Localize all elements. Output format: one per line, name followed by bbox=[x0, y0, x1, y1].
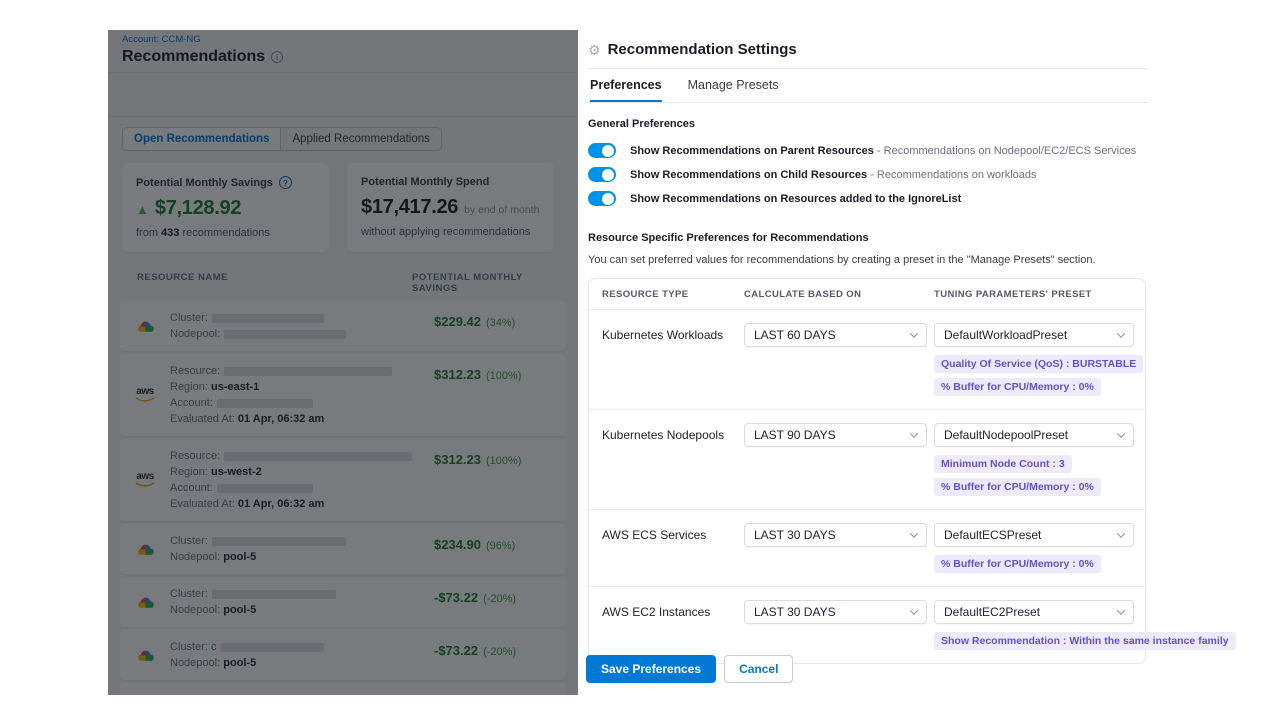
recommendations-page: Account: CCM-NG Recommendations i Open R… bbox=[108, 30, 578, 695]
toggle-label: Show Recommendations on Parent Resources… bbox=[630, 145, 1136, 157]
app-window: Account: CCM-NG Recommendations i Open R… bbox=[108, 30, 1158, 695]
chevron-down-icon bbox=[910, 429, 918, 437]
column-header-calculate-based-on: CALCULATE BASED ON bbox=[744, 289, 934, 300]
resource-type-label: Kubernetes Nodepools bbox=[602, 423, 744, 442]
chevron-down-icon bbox=[910, 606, 918, 614]
general-preferences-toggles: Show Recommendations on Parent Resources… bbox=[588, 143, 1148, 206]
chevron-down-icon bbox=[1117, 329, 1125, 337]
settings-tab-bar: Preferences Manage Presets bbox=[586, 69, 1148, 103]
resource-prefs-description: You can set preferred values for recomme… bbox=[588, 254, 1148, 266]
preference-toggle-row: Show Recommendations on Child Resources … bbox=[588, 167, 1148, 182]
resource-prefs-table: RESOURCE TYPE CALCULATE BASED ON TUNING … bbox=[588, 278, 1146, 664]
save-preferences-button[interactable]: Save Preferences bbox=[586, 655, 716, 683]
chevron-down-icon bbox=[910, 329, 918, 337]
preset-parameter-chip: Quality Of Service (QoS) : BURSTABLE bbox=[934, 355, 1143, 373]
preset-parameter-chip: % Buffer for CPU/Memory : 0% bbox=[934, 378, 1101, 396]
modal-dim-overlay[interactable] bbox=[108, 30, 578, 695]
preset-parameter-chip: Minimum Node Count : 3 bbox=[934, 455, 1072, 473]
resource-prefs-heading: Resource Specific Preferences for Recomm… bbox=[588, 232, 1148, 244]
tuning-preset-select[interactable]: DefaultWorkloadPreset bbox=[934, 323, 1134, 347]
tab-preferences[interactable]: Preferences bbox=[590, 78, 662, 102]
recommendation-settings-drawer: ⚙ Recommendation Settings Preferences Ma… bbox=[578, 30, 1158, 695]
gear-icon: ⚙ bbox=[588, 43, 601, 57]
toggle-switch[interactable] bbox=[588, 143, 616, 158]
tuning-preset-select[interactable]: DefaultNodepoolPreset bbox=[934, 423, 1134, 447]
resource-pref-row: Kubernetes WorkloadsLAST 60 DAYS DefaultW… bbox=[589, 310, 1145, 409]
cancel-button[interactable]: Cancel bbox=[724, 655, 793, 683]
calculate-based-on-select[interactable]: LAST 30 DAYS bbox=[744, 600, 927, 624]
general-preferences-heading: General Preferences bbox=[588, 118, 1148, 130]
column-header-tuning-preset: TUNING PARAMETERS' PRESET bbox=[934, 289, 1133, 300]
chevron-down-icon bbox=[910, 529, 918, 537]
calculate-based-on-select[interactable]: LAST 30 DAYS bbox=[744, 523, 927, 547]
resource-pref-row: Kubernetes NodepoolsLAST 90 DAYS DefaultN… bbox=[589, 409, 1145, 509]
toggle-switch[interactable] bbox=[588, 191, 616, 206]
preset-parameter-chip: % Buffer for CPU/Memory : 0% bbox=[934, 478, 1101, 496]
toggle-label: Show Recommendations on Resources added … bbox=[630, 193, 961, 205]
resource-prefs-rows: Kubernetes WorkloadsLAST 60 DAYS DefaultW… bbox=[589, 310, 1145, 663]
preference-toggle-row: Show Recommendations on Resources added … bbox=[588, 191, 1148, 206]
column-header-resource-type: RESOURCE TYPE bbox=[602, 289, 744, 300]
tuning-preset-select[interactable]: DefaultECSPreset bbox=[934, 523, 1134, 547]
resource-pref-row: AWS EC2 InstancesLAST 30 DAYS DefaultEC2P… bbox=[589, 586, 1145, 663]
chevron-down-icon bbox=[1117, 429, 1125, 437]
preset-parameter-chip: Show Recommendation : Within the same in… bbox=[934, 632, 1236, 650]
resource-type-label: AWS EC2 Instances bbox=[602, 600, 744, 619]
tuning-preset-select[interactable]: DefaultEC2Preset bbox=[934, 600, 1134, 624]
resource-type-label: AWS ECS Services bbox=[602, 523, 744, 542]
tab-manage-presets[interactable]: Manage Presets bbox=[688, 78, 779, 102]
resource-type-label: Kubernetes Workloads bbox=[602, 323, 744, 342]
drawer-title: Recommendation Settings bbox=[608, 41, 797, 58]
toggle-label: Show Recommendations on Child Resources … bbox=[630, 169, 1037, 181]
calculate-based-on-select[interactable]: LAST 60 DAYS bbox=[744, 323, 927, 347]
resource-pref-row: AWS ECS ServicesLAST 30 DAYS DefaultECSPr… bbox=[589, 509, 1145, 586]
calculate-based-on-select[interactable]: LAST 90 DAYS bbox=[744, 423, 927, 447]
chevron-down-icon bbox=[1117, 606, 1125, 614]
preset-parameter-chip: % Buffer for CPU/Memory : 0% bbox=[934, 555, 1101, 573]
chevron-down-icon bbox=[1117, 529, 1125, 537]
toggle-switch[interactable] bbox=[588, 167, 616, 182]
preference-toggle-row: Show Recommendations on Parent Resources… bbox=[588, 143, 1148, 158]
